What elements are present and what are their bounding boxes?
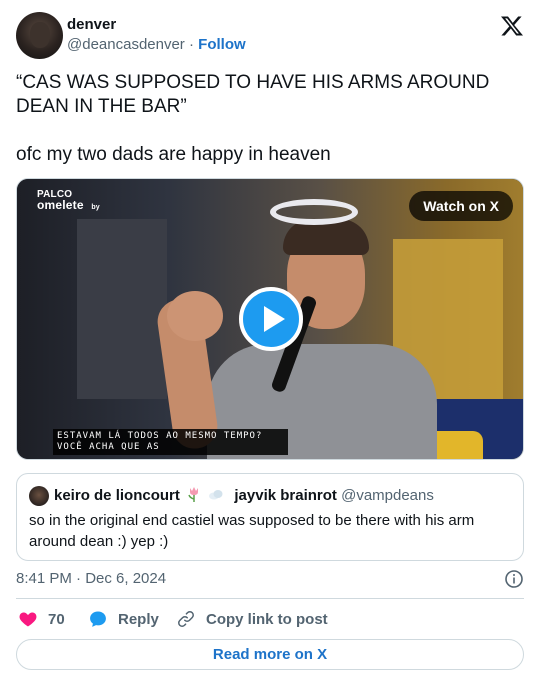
tweet-text-line1: “CAS WAS SUPPOSED TO HAVE HIS ARMS AROUN… — [16, 72, 490, 117]
copy-link-label: Copy link to post — [206, 610, 328, 628]
palco-omelete-logo: PALCO omelete by — [37, 189, 100, 212]
quoted-avatar — [29, 486, 49, 506]
timestamp-row: 8:41 PM · Dec 6, 2024 — [16, 570, 524, 588]
quoted-display-name-2: jayvik brainrot — [234, 487, 337, 504]
reply-button[interactable]: Reply — [88, 609, 159, 629]
play-button-icon[interactable] — [239, 287, 303, 351]
video-frame-halo — [270, 199, 358, 225]
avatar[interactable] — [16, 12, 63, 59]
quoted-header: keiro de lioncourt jayvik brainrot @vamp… — [54, 486, 434, 504]
reply-bubble-icon — [90, 611, 106, 627]
video-frame-panel-left — [77, 219, 167, 399]
video-subtitle-line2: VOCÊ ACHA QUE AS — [57, 442, 160, 452]
quoted-display-name: keiro de lioncourt — [54, 487, 180, 504]
tweet-header: denver @deancasdenver · Follow — [16, 12, 524, 60]
author-handle[interactable]: @deancasdenver — [67, 36, 185, 53]
heart-icon — [19, 612, 37, 627]
video-frame-person-hand — [167, 291, 223, 341]
author-display-name[interactable]: denver — [67, 16, 116, 33]
quoted-text: so in the original end castiel was suppo… — [29, 512, 475, 550]
like-count: 70 — [48, 610, 65, 628]
tweet-text-line2: ofc my two dads are happy in heaven — [16, 144, 331, 165]
divider — [16, 598, 524, 599]
like-button[interactable]: 70 — [18, 609, 65, 629]
info-icon[interactable] — [504, 569, 524, 589]
x-logo-icon[interactable] — [500, 14, 524, 38]
timestamp[interactable]: 8:41 PM · Dec 6, 2024 — [16, 570, 166, 587]
cloud-emoji-icon — [209, 490, 223, 500]
author-handle-row: @deancasdenver · Follow — [67, 36, 246, 53]
video-subtitle: ESTAVAM LÁ TODOS AO MESMO TEMPO? VOCÊ AC… — [53, 429, 288, 455]
reply-label: Reply — [118, 610, 159, 628]
action-bar: 70 Reply Copy link to post — [16, 609, 524, 631]
video-subtitle-line1: ESTAVAM LÁ TODOS AO MESMO TEMPO? — [57, 431, 263, 441]
video-player[interactable]: PALCO omelete by Watch on X ESTAVAM LÁ T… — [16, 178, 524, 460]
copy-link-button[interactable]: Copy link to post — [176, 609, 328, 629]
link-icon — [178, 611, 194, 627]
read-more-button[interactable]: Read more on X — [16, 639, 524, 670]
tulip-emoji-icon — [188, 487, 199, 502]
separator-dot: · — [188, 36, 194, 53]
quoted-tweet[interactable]: keiro de lioncourt jayvik brainrot @vamp… — [16, 473, 524, 561]
follow-button[interactable]: Follow — [198, 36, 246, 53]
watch-on-x-button[interactable]: Watch on X — [409, 191, 513, 221]
tweet-text: “CAS WAS SUPPOSED TO HAVE HIS ARMS AROUN… — [16, 71, 524, 167]
quoted-handle: @vampdeans — [341, 487, 434, 504]
